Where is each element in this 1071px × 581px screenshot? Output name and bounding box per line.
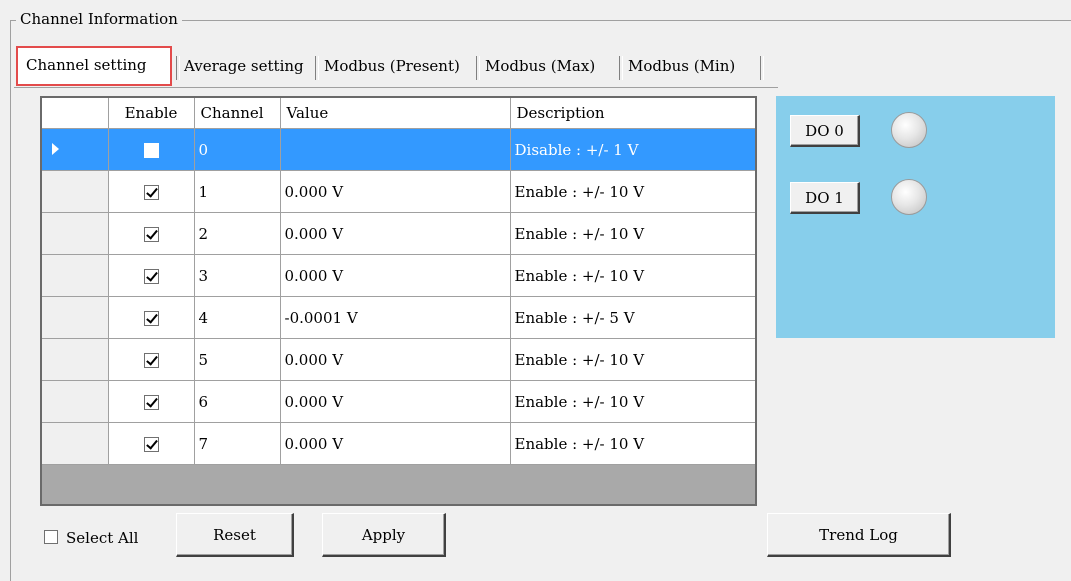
enable-cell[interactable]: [108, 170, 195, 213]
description-cell[interactable]: Enable : +/- 10 V: [510, 422, 755, 465]
enable-checkbox[interactable]: [143, 353, 159, 368]
enable-checkbox[interactable]: [143, 227, 159, 242]
value-cell: 0.000 V: [280, 338, 511, 381]
enable-checkbox[interactable]: [143, 185, 159, 200]
table-row[interactable]: 4 -0.0001 V Enable : +/- 5 V: [42, 296, 755, 339]
row-selector[interactable]: [42, 212, 109, 255]
description-cell[interactable]: Enable : +/- 10 V: [510, 212, 755, 255]
select-all-label: Select All: [66, 529, 139, 547]
description-cell[interactable]: Enable : +/- 10 V: [510, 170, 755, 213]
reset-button[interactable]: Reset: [176, 513, 294, 557]
do-1-led-icon: [891, 179, 927, 215]
table-row[interactable]: 2 0.000 V Enable : +/- 10 V: [42, 212, 755, 255]
row-selector[interactable]: [42, 338, 109, 381]
enable-cell[interactable]: [108, 422, 195, 465]
value-cell: [280, 128, 511, 171]
enable-checkbox[interactable]: [143, 143, 159, 158]
description-cell[interactable]: Enable : +/- 10 V: [510, 338, 755, 381]
grid-header-row: Enable Channel Value Description: [42, 98, 755, 129]
row-selector[interactable]: [42, 128, 109, 171]
do-1-button[interactable]: DO 1: [790, 182, 860, 214]
tab-modbus-min[interactable]: Modbus (Min): [628, 46, 735, 86]
description-cell[interactable]: Enable : +/- 5 V: [510, 296, 755, 339]
enable-cell[interactable]: [108, 338, 195, 381]
enable-cell[interactable]: [108, 212, 195, 255]
value-cell: 0.000 V: [280, 170, 511, 213]
channel-cell: 0: [194, 128, 281, 171]
tab-separator: [476, 56, 480, 80]
enable-checkbox[interactable]: [143, 269, 159, 284]
value-cell: 0.000 V: [280, 254, 511, 297]
row-header-corner: [42, 98, 109, 129]
tab-separator: [176, 56, 180, 80]
column-header-value[interactable]: Value: [280, 98, 511, 129]
table-row[interactable]: 1 0.000 V Enable : +/- 10 V: [42, 170, 755, 213]
channel-cell: 3: [194, 254, 281, 297]
channel-cell: 6: [194, 380, 281, 423]
select-all-checkbox[interactable]: Select All: [44, 528, 138, 548]
column-header-enable[interactable]: Enable: [108, 98, 195, 129]
value-cell: 0.000 V: [280, 380, 511, 423]
value-cell: 0.000 V: [280, 422, 511, 465]
enable-cell[interactable]: [108, 128, 195, 171]
apply-button[interactable]: Apply: [322, 513, 446, 557]
column-header-channel[interactable]: Channel: [194, 98, 281, 129]
row-selector[interactable]: [42, 380, 109, 423]
channel-cell: 5: [194, 338, 281, 381]
table-row[interactable]: 6 0.000 V Enable : +/- 10 V: [42, 380, 755, 423]
value-cell: -0.0001 V: [280, 296, 511, 339]
column-header-description[interactable]: Description: [510, 98, 755, 129]
table-row[interactable]: 3 0.000 V Enable : +/- 10 V: [42, 254, 755, 297]
row-selector[interactable]: [42, 422, 109, 465]
do-0-led-icon: [891, 112, 927, 148]
tab-separator: [619, 56, 623, 80]
group-title: Channel Information: [16, 9, 182, 29]
enable-cell[interactable]: [108, 254, 195, 297]
table-row[interactable]: 0 Disable : +/- 1 V: [42, 128, 755, 171]
description-cell[interactable]: Disable : +/- 1 V: [510, 128, 755, 171]
description-cell[interactable]: Enable : +/- 10 V: [510, 380, 755, 423]
channel-grid[interactable]: Enable Channel Value Description 0 Disab…: [40, 96, 757, 506]
tab-channel-setting[interactable]: Channel setting: [16, 46, 172, 86]
row-selector[interactable]: [42, 296, 109, 339]
current-row-arrow-icon: [52, 142, 59, 155]
channel-cell: 1: [194, 170, 281, 213]
enable-checkbox[interactable]: [143, 311, 159, 326]
digital-output-panel: DO 0 DO 1: [776, 96, 1055, 338]
enable-cell[interactable]: [108, 296, 195, 339]
tab-baseline: [14, 87, 778, 88]
tab-separator: [315, 56, 319, 80]
table-row[interactable]: 7 0.000 V Enable : +/- 10 V: [42, 422, 755, 465]
trend-log-button[interactable]: Trend Log: [767, 513, 951, 557]
tab-modbus-present[interactable]: Modbus (Present): [324, 46, 460, 86]
description-cell[interactable]: Enable : +/- 10 V: [510, 254, 755, 297]
channel-cell: 4: [194, 296, 281, 339]
enable-checkbox[interactable]: [143, 437, 159, 452]
table-row[interactable]: 5 0.000 V Enable : +/- 10 V: [42, 338, 755, 381]
tab-average-setting[interactable]: Average setting: [184, 46, 304, 86]
row-selector[interactable]: [42, 170, 109, 213]
enable-cell[interactable]: [108, 380, 195, 423]
row-selector[interactable]: [42, 254, 109, 297]
enable-checkbox[interactable]: [143, 395, 159, 410]
do-0-button[interactable]: DO 0: [790, 115, 860, 147]
channel-cell: 7: [194, 422, 281, 465]
value-cell: 0.000 V: [280, 212, 511, 255]
tab-separator: [760, 56, 764, 80]
channel-cell: 2: [194, 212, 281, 255]
select-all-box[interactable]: [44, 530, 58, 544]
tab-modbus-max[interactable]: Modbus (Max): [485, 46, 595, 86]
